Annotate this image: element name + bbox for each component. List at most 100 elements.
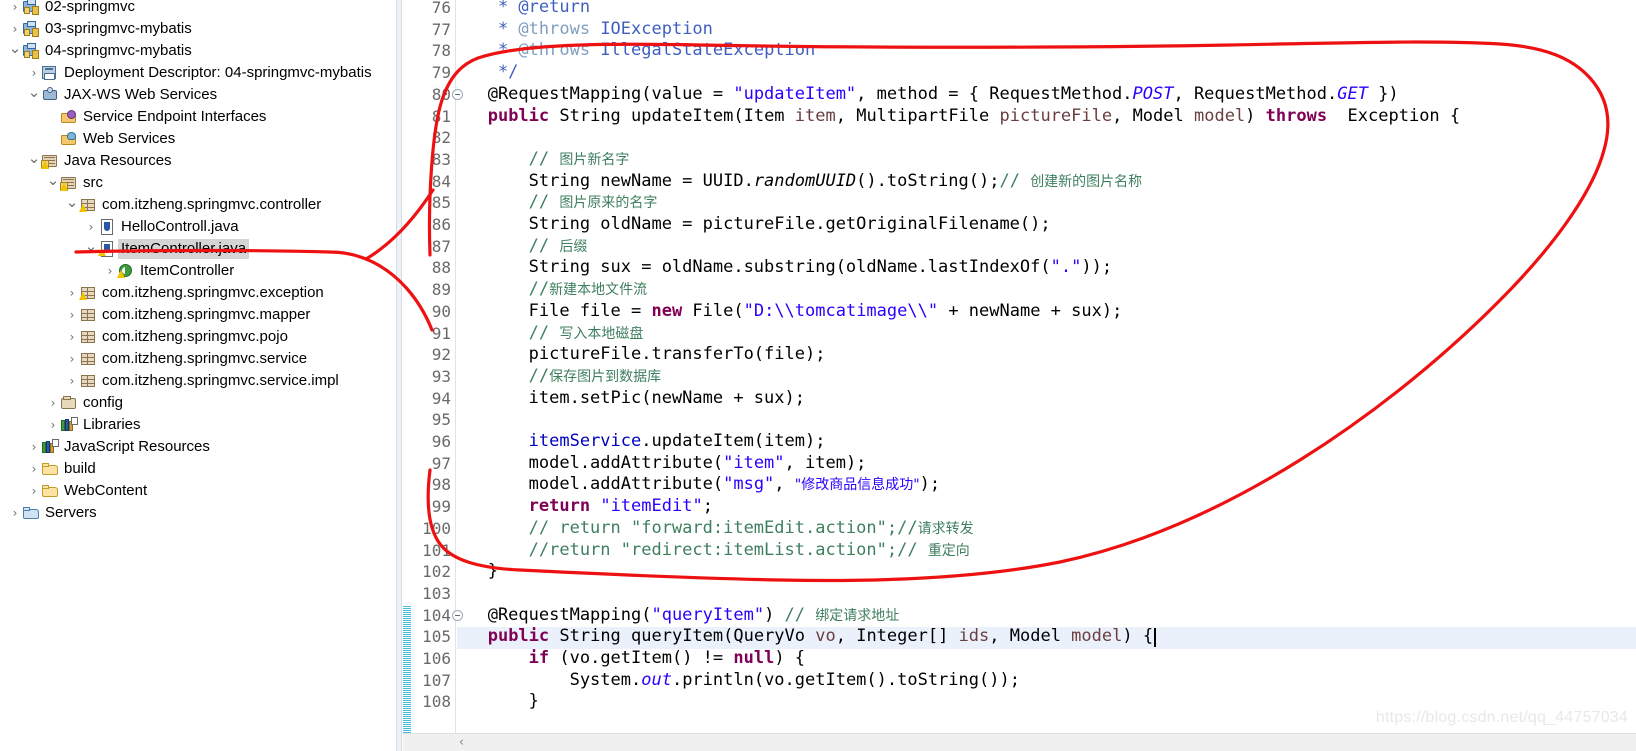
code-line-86[interactable]: String oldName = pictureFile.getOriginal… xyxy=(457,214,1051,236)
tree-item-label: com.itzheng.springmvc.service xyxy=(102,350,308,367)
code-line-80[interactable]: @RequestMapping(value = "updateItem", me… xyxy=(457,84,1399,106)
tree-item-com-itzheng-springmvc-controller[interactable]: ⌄ com.itzheng.springmvc.controller xyxy=(65,194,322,216)
tree-item-libraries[interactable]: › Libraries xyxy=(46,414,141,436)
code-text-area[interactable]: * @return * @throws IOException * @throw… xyxy=(457,0,1636,751)
code-line-84[interactable]: String newName = UUID.randomUUID().toStr… xyxy=(457,171,1143,194)
chevron-down-icon[interactable]: ⌄ xyxy=(84,239,98,254)
chevron-right-icon[interactable]: › xyxy=(84,221,98,233)
tree-item-javascript-resources[interactable]: › JavaScript Resources xyxy=(27,436,210,458)
package-explorer-tree[interactable]: › 02-springmvc › 03-springmvc-mybatis ⌄ 04-sp… xyxy=(0,0,396,751)
tree-item-webcontent[interactable]: › WebContent xyxy=(27,480,148,502)
code-line-88[interactable]: String sux = oldName.substring(oldName.l… xyxy=(457,257,1112,279)
code-line-96[interactable]: itemService.updateItem(item); xyxy=(457,431,826,453)
code-line-97[interactable]: model.addAttribute("item", item); xyxy=(457,453,867,475)
change-bar-column xyxy=(403,0,411,751)
code-token: File file = xyxy=(457,300,652,321)
tree-item-com-itzheng-springmvc-mapper[interactable]: › com.itzheng.springmvc.mapper xyxy=(65,304,311,326)
chevron-down-icon[interactable]: ⌄ xyxy=(65,195,79,210)
tree-item-04-springmvc-mybatis[interactable]: ⌄ 04-springmvc-mybatis xyxy=(8,40,192,62)
chevron-right-icon[interactable]: › xyxy=(65,353,79,365)
scroll-left-arrow[interactable]: ‹ xyxy=(455,736,468,749)
chevron-down-icon[interactable]: ⌄ xyxy=(27,151,41,166)
tree-item-web-services[interactable]: Web Services xyxy=(46,128,175,150)
code-line-93[interactable]: //保存图片到数据库 xyxy=(457,366,661,389)
code-line-107[interactable]: System.out.println(vo.getItem().toString… xyxy=(457,670,1020,692)
code-line-102[interactable]: } xyxy=(457,561,498,583)
code-line-104[interactable]: @RequestMapping("queryItem") // 绑定请求地址 xyxy=(457,605,900,628)
chevron-right-icon[interactable]: › xyxy=(65,309,79,321)
code-line-99[interactable]: return "itemEdit"; xyxy=(457,496,713,518)
code-token: ) xyxy=(1245,105,1266,126)
fold-collapse-icon[interactable] xyxy=(452,88,463,100)
tree-item-02-springmvc[interactable]: › 02-springmvc xyxy=(8,0,135,18)
tree-item-deployment-descriptor-04-springmvc-mybatis[interactable]: › Deployment Descriptor: 04-springmvc-myb… xyxy=(27,62,372,84)
code-token: model xyxy=(1071,626,1123,647)
chevron-right-icon[interactable]: › xyxy=(27,463,41,475)
code-line-78[interactable]: * @throws IllegalStateException xyxy=(457,40,815,62)
code-token: "D:\\tomcatimage\\" xyxy=(743,300,939,321)
tree-item-com-itzheng-springmvc-exception[interactable]: › com.itzheng.springmvc.exception xyxy=(65,282,324,304)
chevron-right-icon[interactable]: › xyxy=(65,375,79,387)
code-line-89[interactable]: //新建本地文件流 xyxy=(457,279,647,302)
sash-divider[interactable] xyxy=(396,0,402,751)
code-line-105[interactable]: public String queryItem(QueryVo vo, Inte… xyxy=(457,626,1153,648)
chevron-right-icon[interactable]: › xyxy=(27,67,41,79)
chevron-right-icon[interactable]: › xyxy=(27,485,41,497)
code-token: 图片原来的名字 xyxy=(559,195,658,212)
chevron-right-icon[interactable]: › xyxy=(65,331,79,343)
chevron-right-icon[interactable]: › xyxy=(46,419,60,431)
line-number-ruler[interactable]: 76 77 78 79 80 81 82 83 84 85 86 87 88 89 90 91 92 93 94 95… xyxy=(411,0,456,751)
code-line-87[interactable]: // 后缀 xyxy=(457,236,588,259)
tree-item-com-itzheng-springmvc-service[interactable]: › com.itzheng.springmvc.service xyxy=(65,348,307,370)
code-line-94[interactable]: item.setPic(newName + sux); xyxy=(457,388,805,410)
tree-item-itemcontroller-java[interactable]: ⌄ ItemController.java xyxy=(84,238,250,260)
chevron-right-icon[interactable]: › xyxy=(46,397,60,409)
code-line-91[interactable]: // 写入本地磁盘 xyxy=(457,323,644,346)
tree-item-com-itzheng-springmvc-pojo[interactable]: › com.itzheng.springmvc.pojo xyxy=(65,326,288,348)
code-line-85[interactable]: // 图片原来的名字 xyxy=(457,192,658,215)
code-line-83[interactable]: // 图片新名字 xyxy=(457,149,630,172)
tree-item-itemcontroller[interactable]: › ItemController xyxy=(103,260,235,282)
chevron-right-icon[interactable]: › xyxy=(8,1,22,13)
chevron-right-icon[interactable]: › xyxy=(65,287,79,299)
tree-item-label: 02-springmvc xyxy=(45,0,136,15)
code-line-81[interactable]: public String updateItem(Item item, Mult… xyxy=(457,106,1460,128)
tree-item-java-resources[interactable]: ⌄ Java Resources xyxy=(27,150,172,172)
chevron-right-icon[interactable]: › xyxy=(8,23,22,35)
chevron-right-icon[interactable]: › xyxy=(8,507,22,519)
code-token: public xyxy=(487,105,550,126)
chevron-down-icon[interactable]: ⌄ xyxy=(27,85,41,100)
code-line-79[interactable]: */ xyxy=(457,62,518,84)
code-token: File( xyxy=(682,300,744,321)
chevron-down-icon[interactable]: ⌄ xyxy=(46,173,60,188)
java-file-warning-icon xyxy=(98,240,117,258)
tree-item-build[interactable]: › build xyxy=(27,458,96,480)
code-line-90[interactable]: File file = new File("D:\\tomcatimage\\"… xyxy=(457,300,1123,323)
tree-item-03-springmvc-mybatis[interactable]: › 03-springmvc-mybatis xyxy=(8,18,192,40)
code-token: , xyxy=(774,474,795,495)
code-line-101[interactable]: //return "redirect:itemList.action";// 重… xyxy=(457,540,970,563)
code-line-108[interactable]: } xyxy=(457,691,539,713)
code-line-77[interactable]: * @throws IOException xyxy=(457,19,713,41)
tree-item-src[interactable]: ⌄ src xyxy=(46,172,103,194)
tree-item-service-endpoint-interfaces[interactable]: Service Endpoint Interfaces xyxy=(46,106,266,128)
tree-item-com-itzheng-springmvc-service-impl[interactable]: › com.itzheng.springmvc.service.impl xyxy=(65,370,339,392)
code-line-106[interactable]: if (vo.getItem() != null) { xyxy=(457,648,805,670)
code-line-92[interactable]: pictureFile.transferTo(file); xyxy=(457,344,826,366)
fold-collapse-icon[interactable] xyxy=(452,609,463,621)
horizontal-scrollbar[interactable]: ‹ xyxy=(403,733,1636,751)
chevron-down-icon[interactable]: ⌄ xyxy=(8,41,22,56)
code-token: new xyxy=(651,300,683,321)
code-line-76[interactable]: * @return xyxy=(457,0,590,19)
chevron-right-icon[interactable]: › xyxy=(27,441,41,453)
tree-item-servers[interactable]: › Servers xyxy=(8,502,97,524)
tree-item-jax-ws-web-services[interactable]: ⌄ JAX-WS Web Services xyxy=(27,84,217,106)
java-editor[interactable]: 76 77 78 79 80 81 82 83 84 85 86 87 88 89 90 91 92 93 94 95… xyxy=(403,0,1636,751)
tree-item-config[interactable]: › config xyxy=(46,392,123,414)
code-line-98[interactable]: model.addAttribute("msg", "修改商品信息成功"); xyxy=(457,474,941,497)
code-line-100[interactable]: // return "forward:itemEdit.action";//请求… xyxy=(457,518,974,541)
chevron-right-icon[interactable]: › xyxy=(103,265,117,277)
tree-item-hellocontroll-java[interactable]: › HelloControll.java xyxy=(84,216,239,238)
code-token: @throws xyxy=(518,40,591,61)
